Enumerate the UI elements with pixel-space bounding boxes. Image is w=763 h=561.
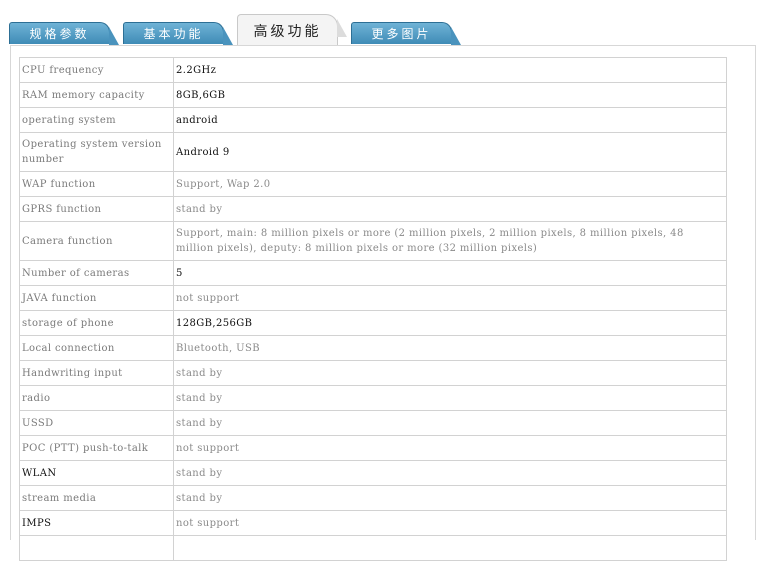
spec-key: radio xyxy=(19,385,174,411)
table-row: POC (PTT) push-to-talk not support xyxy=(19,435,727,461)
tab-label: 基本功能 xyxy=(143,27,204,41)
spec-value: android xyxy=(173,107,727,133)
tab-label: 规格参数 xyxy=(29,27,90,41)
spec-value: stand by xyxy=(173,360,727,386)
spec-key xyxy=(19,535,174,561)
spec-value: 2.2GHz xyxy=(173,57,727,83)
spec-key: USSD xyxy=(19,410,174,436)
tab-advanced-functions[interactable]: 高级功能 xyxy=(237,14,347,47)
spec-key: CPU frequency xyxy=(19,57,174,83)
tab-label: 更多图片 xyxy=(371,27,432,41)
spec-key: Operating system version number xyxy=(19,132,174,172)
table-row: radio stand by xyxy=(19,385,727,411)
tab-label: 高级功能 xyxy=(253,24,322,40)
spec-key: Handwriting input xyxy=(19,360,174,386)
spec-key: RAM memory capacity xyxy=(19,82,174,108)
spec-key: storage of phone xyxy=(19,310,174,336)
table-row: stream media stand by xyxy=(19,485,727,511)
table-row: storage of phone 128GB,256GB xyxy=(19,310,727,336)
spec-key: IMPS xyxy=(19,510,174,536)
table-row: IMPS not support xyxy=(19,510,727,536)
spec-value: Support, main: 8 million pixels or more … xyxy=(173,221,727,261)
spec-key: WAP function xyxy=(19,171,174,197)
spec-value: stand by xyxy=(173,385,727,411)
table-row: CPU frequency 2.2GHz xyxy=(19,57,727,83)
spec-value: 5 xyxy=(173,260,727,286)
table-row: USSD stand by xyxy=(19,410,727,436)
spec-value: not support xyxy=(173,510,727,536)
spec-value: stand by xyxy=(173,410,727,436)
spec-value xyxy=(173,535,727,561)
table-row: WAP function Support, Wap 2.0 xyxy=(19,171,727,197)
spec-value: stand by xyxy=(173,460,727,486)
table-row: Number of cameras 5 xyxy=(19,260,727,286)
table-row: RAM memory capacity 8GB,6GB xyxy=(19,82,727,108)
spec-key: stream media xyxy=(19,485,174,511)
spec-value: not support xyxy=(173,435,727,461)
spec-value: not support xyxy=(173,285,727,311)
table-row xyxy=(19,535,727,561)
table-row: operating system android xyxy=(19,107,727,133)
table-row: WLAN stand by xyxy=(19,460,727,486)
tab-bar: 规格参数 基本功能 更多图片 高级功能 xyxy=(0,0,763,47)
table-row: Local connection Bluetooth, USB xyxy=(19,335,727,361)
spec-key: Number of cameras xyxy=(19,260,174,286)
table-row: Camera function Support, main: 8 million… xyxy=(19,221,727,261)
table-row: JAVA function not support xyxy=(19,285,727,311)
spec-key: WLAN xyxy=(19,460,174,486)
spec-value: Android 9 xyxy=(173,132,727,172)
tab-specifications[interactable]: 规格参数 xyxy=(9,22,119,45)
spec-key: operating system xyxy=(19,107,174,133)
spec-value: Support, Wap 2.0 xyxy=(173,171,727,197)
spec-value: stand by xyxy=(173,485,727,511)
spec-table: CPU frequency 2.2GHz RAM memory capacity… xyxy=(19,57,727,561)
table-row: Operating system version number Android … xyxy=(19,132,727,172)
spec-value: Bluetooth, USB xyxy=(173,335,727,361)
spec-value: stand by xyxy=(173,196,727,222)
spec-key: Camera function xyxy=(19,221,174,261)
tab-more-pictures[interactable]: 更多图片 xyxy=(351,22,461,45)
spec-key: JAVA function xyxy=(19,285,174,311)
tab-basic-functions[interactable]: 基本功能 xyxy=(123,22,233,45)
spec-key: POC (PTT) push-to-talk xyxy=(19,435,174,461)
table-row: Handwriting input stand by xyxy=(19,360,727,386)
spec-key: GPRS function xyxy=(19,196,174,222)
spec-key: Local connection xyxy=(19,335,174,361)
table-row: GPRS function stand by xyxy=(19,196,727,222)
spec-value: 128GB,256GB xyxy=(173,310,727,336)
spec-value: 8GB,6GB xyxy=(173,82,727,108)
